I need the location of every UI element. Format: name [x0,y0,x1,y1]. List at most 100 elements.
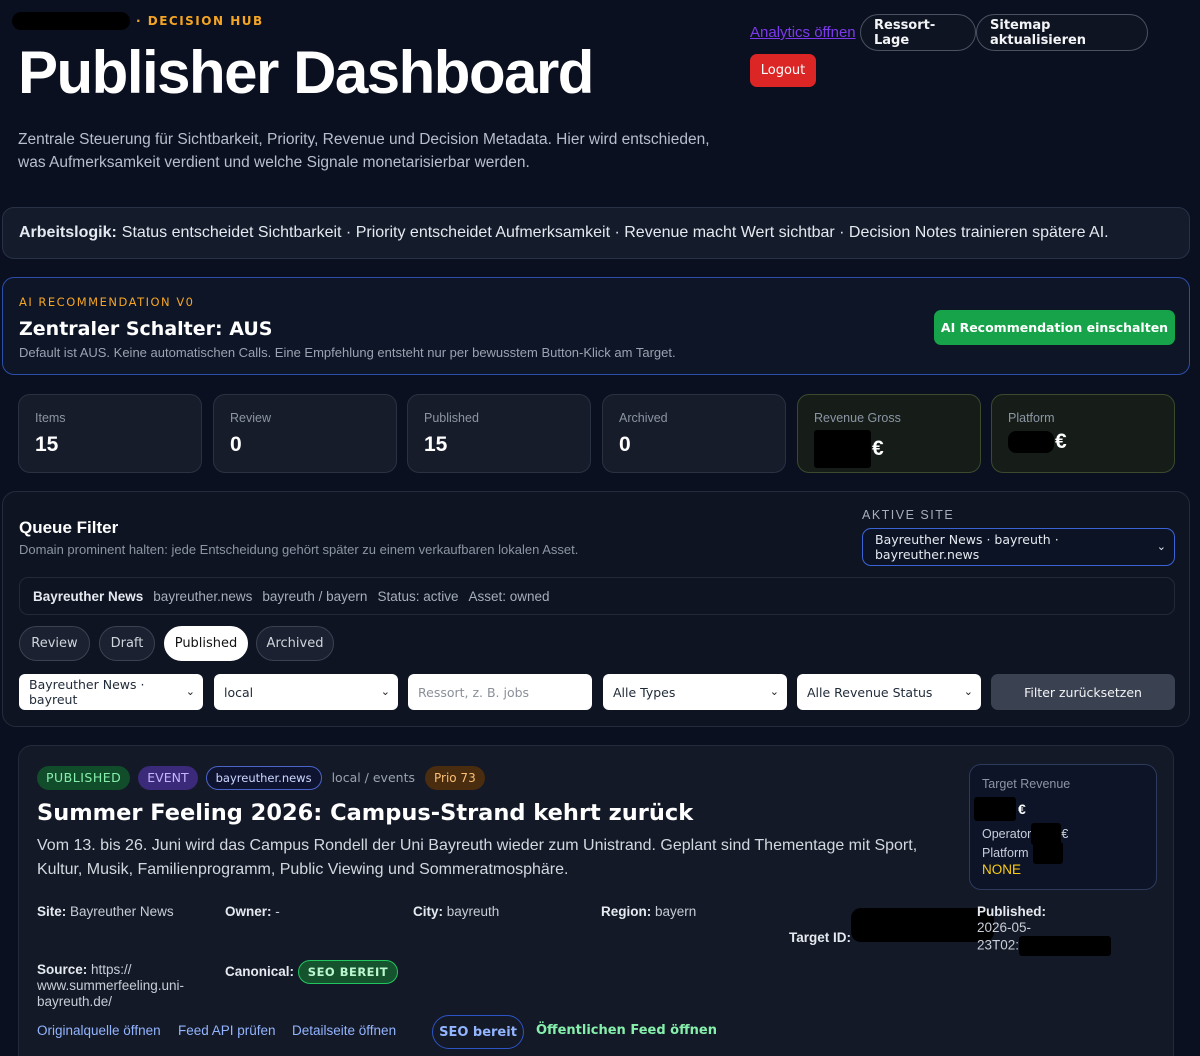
meta-value: bayreuth [446,904,500,919]
site-filter-select[interactable]: Bayreuther News · bayreut ⌄ [19,674,203,710]
platform-label: Platform [982,846,1029,860]
ressort-placeholder: Ressort, z. B. jobs [418,684,530,700]
stat-value: 0 [619,433,631,456]
stat-card-archived: Archived 0 [602,394,786,473]
meta-label: City: [413,904,443,919]
meta-value: https:// [91,962,132,977]
types-filter-select[interactable]: Alle Types ⌄ [603,674,787,710]
meta-target-id: Target ID: [789,904,994,946]
chevron-down-icon: ⌄ [185,684,195,698]
ressort-lage-button[interactable]: Ressort-Lage [860,14,976,51]
domain-badge: bayreuther.news [205,765,322,790]
original-source-link[interactable]: Originalquelle öffnen [37,1023,161,1038]
active-site-select[interactable]: Bayreuther News · bayreuth · bayreuther.… [862,528,1175,566]
stat-card-review: Review 0 [213,394,397,473]
workflow-logic-banner: Arbeitslogik: Status entscheidet Sichtba… [2,207,1190,259]
site-asset: Asset: owned [468,588,550,604]
meta-canonical: Canonical: SEO BEREIT [225,960,399,984]
stat-label: Platform [1008,411,1055,425]
item-link-row: Originalquelle öffnen Feed API prüfen De… [37,1015,1137,1056]
chevron-down-icon: ⌄ [769,684,779,698]
page-header: · DECISION HUB Publisher Dashboard Zentr… [0,0,1200,200]
stat-label: Revenue Gross [814,411,901,425]
top-actions: Analytics öffnen Ressort-Lage Sitemap ak… [748,14,1168,94]
ai-eyebrow: AI RECOMMENDATION V0 [19,295,195,309]
stat-money-value: € [1008,430,1158,454]
queue-filter-panel: Queue Filter Domain prominent halten: je… [2,491,1190,727]
filter-row: Bayreuther News · bayreut ⌄ local ⌄ Ress… [19,674,1179,710]
meta-value: bayreuth.de/ [37,994,113,1009]
queue-item-card: PUBLISHED EVENT bayreuther.news local / … [18,745,1174,1056]
ai-description: Default ist AUS. Keine automatischen Cal… [19,345,676,360]
currency-symbol: € [1018,801,1026,817]
detail-page-link[interactable]: Detailseite öffnen [292,1023,396,1038]
section-eyebrow: · DECISION HUB [136,14,264,28]
meta-label: Target ID: [789,930,852,945]
seo-ready-badge: SEO BEREIT [297,960,399,984]
tab-review[interactable]: Review [19,626,90,661]
meta-owner: Owner: - [225,904,280,920]
meta-value: Bayreuther News [70,904,174,919]
logout-button[interactable]: Logout [750,54,816,87]
target-revenue-box: Target Revenue € Operator € Platform NON… [969,764,1157,890]
tab-draft[interactable]: Draft [99,626,155,661]
type-badge: EVENT [138,765,198,790]
priority-badge: Prio 73 [424,765,485,790]
page-subtitle: Zentrale Steuerung für Sichtbarkeit, Pri… [18,131,710,171]
tab-archived[interactable]: Archived [256,626,334,661]
ressort-input[interactable]: Ressort, z. B. jobs [408,674,592,710]
page-title: Publisher Dashboard [18,39,594,106]
meta-label: Published: [977,904,1047,919]
seo-ready-button[interactable]: SEO bereit [432,1015,524,1049]
stat-card-revenue-gross: Revenue Gross € [797,394,981,473]
eyebrow-row: · DECISION HUB [12,12,264,30]
site-status: Status: active [377,588,459,604]
site-meta-bar: Bayreuther News bayreuther.news bayreuth… [19,577,1175,615]
logic-text: Status entscheidet Sichtbarkeit · Priori… [121,224,1109,241]
scope-filter-select[interactable]: local ⌄ [214,674,398,710]
analytics-link[interactable]: Analytics öffnen [750,24,856,41]
stat-label: Items [35,411,66,425]
ai-switch-title: Zentraler Schalter: AUS [19,318,273,340]
sitemap-update-button[interactable]: Sitemap aktualisieren [976,14,1148,51]
stat-label: Review [230,411,271,425]
meta-label: Owner: [225,904,272,919]
revenue-status: NONE [982,862,1022,877]
meta-region: Region: bayern [601,904,696,920]
meta-site: Site: Bayreuther News [37,904,174,920]
operator-label: Operator [982,827,1032,841]
item-badges: PUBLISHED EVENT bayreuther.news local / … [37,765,485,790]
chevron-down-icon: ⌄ [1156,539,1166,553]
ai-enable-button[interactable]: AI Recommendation einschalten [934,310,1175,345]
feed-api-link[interactable]: Feed API prüfen [178,1023,276,1038]
stat-card-published: Published 15 [407,394,591,473]
meta-city: City: bayreuth [413,904,499,920]
meta-value: bayern [655,904,697,919]
platform-revenue: Platform [982,842,1063,864]
redacted-amount [1032,842,1063,864]
stat-value: 15 [424,433,448,456]
redacted-amount [1008,431,1054,453]
public-feed-link[interactable]: Öffentlichen Feed öffnen [536,1023,717,1038]
currency-symbol: € [872,437,884,460]
redacted-timestamp [1019,936,1112,956]
revenue-status-select[interactable]: Alle Revenue Status ⌄ [797,674,981,710]
redacted-target-id [850,908,994,942]
queue-title: Queue Filter [19,518,119,537]
item-title: Summer Feeling 2026: Campus-Strand kehrt… [37,800,694,826]
logic-label: Arbeitslogik: [19,224,117,241]
tab-published[interactable]: Published [164,626,248,661]
reset-filters-button[interactable]: Filter zurücksetzen [991,674,1175,710]
meta-value: - [275,904,280,919]
stat-card-items: Items 15 [18,394,202,473]
active-site-label: AKTIVE SITE [862,508,955,522]
meta-value: 2026-05- [977,920,1032,935]
scope-filter-value: local [224,684,254,700]
stat-value: 15 [35,433,59,456]
revenue-total: € [974,797,1026,821]
stats-row: Items 15 Review 0 Published 15 Archived … [18,394,1178,473]
revenue-label: Target Revenue [982,777,1071,791]
status-badge: PUBLISHED [37,765,131,790]
meta-value: 23T02: [977,937,1020,953]
site-filter-value: Bayreuther News · bayreut [29,677,145,707]
